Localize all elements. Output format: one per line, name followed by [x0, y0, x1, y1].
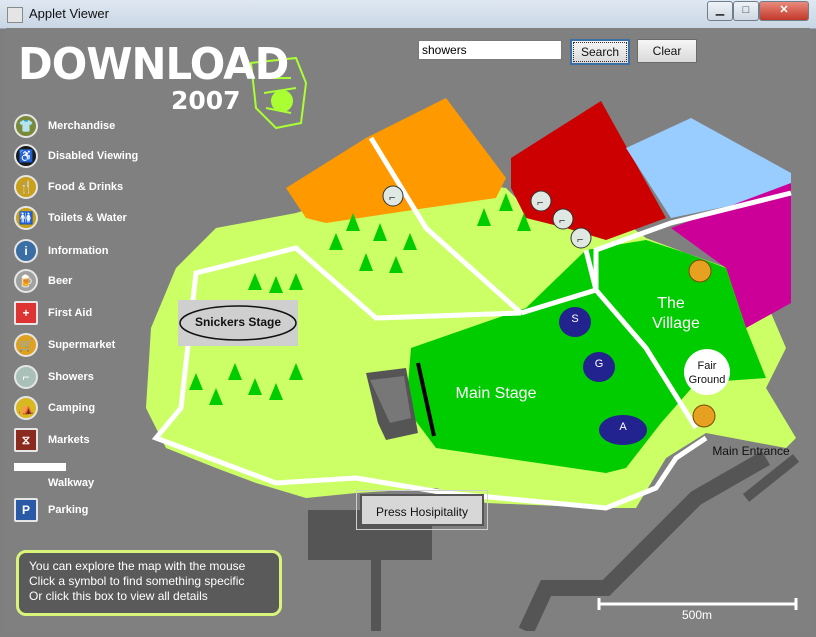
legend-label: First Aid	[48, 307, 93, 319]
info-line-1: You can explore the map with the mouse	[29, 559, 246, 573]
close-icon: ✕	[779, 4, 789, 16]
snickers-stage-label: Snickers Stage	[194, 315, 282, 329]
legend-item-disabled-viewing[interactable]: ♿ Disabled Viewing	[14, 144, 164, 170]
village-label-line1: The	[657, 295, 685, 312]
tshirt-icon: 👕	[14, 114, 38, 138]
legend-label: Supermarket	[48, 339, 116, 351]
window-title: Applet Viewer	[29, 6, 109, 21]
svg-text:⌐: ⌐	[537, 197, 543, 209]
tent-icon: ⛺	[14, 396, 38, 420]
marker-g[interactable]: G	[583, 358, 615, 370]
legend-label: Parking	[48, 504, 89, 516]
marker-s[interactable]: S	[559, 313, 591, 325]
minimize-icon: ▁	[715, 4, 725, 16]
press-hospitality-button[interactable]: Press Hosipitality	[356, 490, 488, 530]
scale-label: 500m	[682, 608, 713, 622]
legend-item-walkway[interactable]: Walkway	[14, 461, 164, 489]
village-label-line2: Village	[652, 315, 700, 332]
legend-label: Disabled Viewing	[48, 150, 139, 162]
clear-button[interactable]: Clear	[637, 39, 697, 63]
legend-item-beer[interactable]: 🍺 Beer	[14, 269, 164, 295]
legend-label: Food & Drinks	[48, 181, 124, 193]
main-entrance-label: Main Entrance	[712, 444, 790, 458]
legend-item-information[interactable]: i Information	[14, 239, 164, 265]
parking-icon: P	[14, 498, 38, 522]
legend-label: Beer	[48, 275, 73, 287]
legend-item-supermarket[interactable]: 🛒 Supermarket	[14, 333, 164, 359]
window-titlebar: Applet Viewer ▁ □ ✕	[0, 0, 816, 29]
legend-label: Toilets & Water	[48, 212, 127, 224]
download-logo: DOWNLOAD	[18, 39, 289, 90]
main-stage-label: Main Stage	[455, 385, 537, 402]
close-button[interactable]: ✕	[759, 1, 809, 21]
legend-item-merchandise[interactable]: 👕 Merchandise	[14, 114, 164, 140]
market-icon: ⧖	[14, 428, 38, 452]
search-input[interactable]	[418, 40, 562, 60]
legend-label: Walkway	[48, 477, 95, 489]
fair-ground-circle[interactable]	[684, 349, 730, 395]
info-box[interactable]: You can explore the map with the mouse C…	[16, 550, 282, 616]
legend-item-markets[interactable]: ⧖ Markets	[14, 428, 164, 454]
legend-item-food-drinks[interactable]: 🍴 Food & Drinks	[14, 175, 164, 201]
legend-label: Markets	[48, 434, 90, 446]
shower-icon: ⌐	[14, 365, 38, 389]
fair-ground-label-line1: Fair	[697, 360, 717, 372]
legend-item-first-aid[interactable]: + First Aid	[14, 301, 164, 327]
legend-item-camping[interactable]: ⛺ Camping	[14, 396, 164, 422]
food-icon: 🍴	[14, 175, 38, 199]
maximize-button[interactable]: □	[733, 1, 759, 21]
walkway-icon	[14, 463, 66, 471]
beer-icon: 🍺	[14, 269, 38, 293]
legend-label: Information	[48, 245, 109, 257]
applet-canvas[interactable]: ⌐ ⌐ ⌐ ⌐ DOWNLOAD 2007 showers Search Cle…	[6, 28, 810, 631]
toilet-icon: 🚻	[14, 206, 38, 230]
info-icon: i	[14, 239, 38, 263]
first-aid-icon: +	[14, 301, 38, 325]
fair-ground-label-line2: Ground	[688, 374, 726, 386]
legend-item-toilets-water[interactable]: 🚻 Toilets & Water	[14, 206, 164, 232]
marker-a[interactable]: A	[607, 421, 639, 433]
legend-item-showers[interactable]: ⌐ Showers	[14, 365, 164, 391]
search-button[interactable]: Search	[570, 39, 630, 65]
legend-label: Merchandise	[48, 120, 116, 132]
cart-icon: 🛒	[14, 333, 38, 357]
legend-item-parking[interactable]: P Parking	[14, 498, 164, 524]
info-line-2: Click a symbol to find something specifi…	[29, 574, 245, 588]
svg-text:⌐: ⌐	[559, 215, 565, 227]
maximize-icon: □	[742, 4, 750, 16]
logo-year: 2007	[171, 86, 241, 115]
legend-label: Camping	[48, 402, 96, 414]
legend-label: Showers	[48, 371, 94, 383]
svg-text:⌐: ⌐	[577, 234, 583, 246]
wheelchair-icon: ♿	[14, 144, 38, 168]
svg-text:⌐: ⌐	[389, 192, 395, 204]
minimize-button[interactable]: ▁	[707, 1, 733, 21]
java-applet-icon	[7, 7, 23, 23]
info-line-3: Or click this box to view all details	[29, 589, 208, 603]
